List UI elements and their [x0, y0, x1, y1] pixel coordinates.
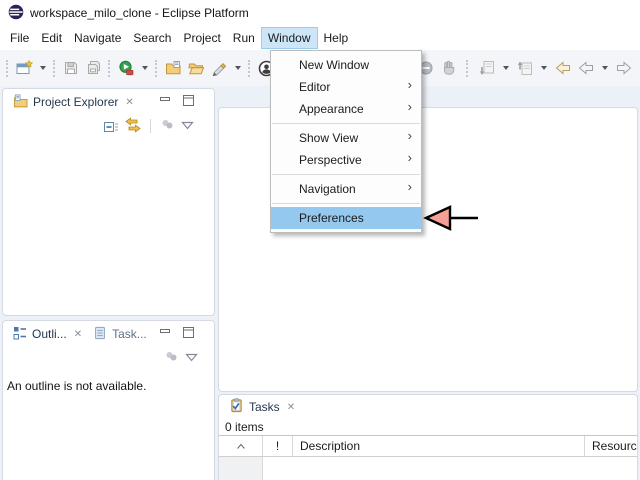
view-menu-icon[interactable]: [185, 351, 198, 365]
menu-item-editor[interactable]: Editor ›: [271, 76, 421, 98]
column-priority[interactable]: !: [263, 436, 293, 456]
link-with-editor-icon[interactable]: [125, 116, 141, 136]
outline-panel: Outli... ✕ Task... An outline is not ava…: [2, 320, 215, 480]
open-task-icon[interactable]: [163, 58, 183, 78]
menu-separator: [272, 203, 420, 204]
tab-label: Project Explorer: [33, 95, 119, 109]
menu-run[interactable]: Run: [227, 27, 261, 49]
close-icon[interactable]: ✕: [74, 329, 82, 340]
next-annotation-icon[interactable]: [477, 58, 497, 78]
submenu-arrow-icon: ›: [407, 99, 412, 114]
submenu-arrow-icon: ›: [407, 179, 412, 194]
sort-caret-icon: [236, 439, 246, 453]
annotation-arrow: [423, 204, 481, 235]
tab-label: Task...: [112, 327, 147, 341]
outline-message: An outline is not available.: [7, 379, 147, 393]
column-resource[interactable]: Resource: [585, 436, 637, 456]
window-title: workspace_milo_clone - Eclipse Platform: [30, 6, 249, 20]
menu-item-perspective[interactable]: Perspective ›: [271, 149, 421, 171]
submenu-arrow-icon: ›: [407, 77, 412, 92]
eclipse-logo-icon: [8, 4, 24, 23]
menu-window[interactable]: Window: [260, 27, 318, 49]
filters-icon[interactable]: [164, 349, 179, 367]
menu-file[interactable]: File: [4, 27, 35, 49]
tasks-status: 0 items: [219, 419, 637, 436]
toolbar-grip[interactable]: [155, 59, 159, 77]
menu-item-new-window[interactable]: New Window: [271, 54, 421, 76]
maximize-icon[interactable]: [183, 95, 194, 109]
close-icon[interactable]: ✕: [125, 97, 133, 108]
column-sort[interactable]: [219, 436, 263, 456]
eclipse-window: workspace_milo_clone - Eclipse Platform …: [0, 0, 640, 480]
tab-label: Outli...: [32, 327, 67, 341]
tasks-table-header: ! Description Resource: [219, 436, 637, 457]
hand-pointer-icon[interactable]: [439, 58, 459, 78]
submenu-arrow-icon: ›: [407, 150, 412, 165]
dropdown-arrow-icon[interactable]: [602, 66, 608, 70]
window-dropdown-menu: New Window Editor › Appearance › Show Vi…: [270, 50, 422, 233]
minimize-icon[interactable]: [160, 95, 171, 109]
tasks-table-body: [219, 457, 637, 480]
menubar: File Edit Navigate Search Project Run Wi…: [0, 26, 640, 50]
toolbar-grip[interactable]: [248, 59, 252, 77]
menu-navigate[interactable]: Navigate: [68, 27, 127, 49]
last-edit-location-icon[interactable]: [553, 58, 573, 78]
toolbar-grip[interactable]: [108, 59, 112, 77]
outline-icon: [13, 326, 27, 343]
toolbar-grip[interactable]: [53, 59, 57, 77]
filters-icon[interactable]: [160, 117, 175, 135]
menu-separator: [272, 123, 420, 124]
menu-search[interactable]: Search: [127, 27, 177, 49]
tab-project-explorer[interactable]: Project Explorer ✕: [10, 89, 137, 115]
tasks-clipboard-icon: [229, 398, 244, 416]
submenu-arrow-icon: ›: [407, 128, 412, 143]
open-folder-icon[interactable]: [186, 58, 206, 78]
menu-separator: [272, 174, 420, 175]
dropdown-arrow-icon[interactable]: [541, 66, 547, 70]
close-icon[interactable]: ✕: [287, 402, 295, 413]
menu-item-preferences[interactable]: Preferences: [271, 207, 421, 229]
new-wizard-icon[interactable]: [14, 58, 34, 78]
forward-icon[interactable]: [614, 58, 634, 78]
menu-item-show-view[interactable]: Show View ›: [271, 127, 421, 149]
save-all-icon[interactable]: [84, 58, 104, 78]
menu-item-navigation[interactable]: Navigation ›: [271, 178, 421, 200]
column-description[interactable]: Description: [293, 436, 585, 456]
task-list-icon: [93, 326, 107, 343]
menu-edit[interactable]: Edit: [35, 27, 68, 49]
tab-tasks[interactable]: Tasks ✕: [226, 395, 298, 419]
run-external-tools-icon[interactable]: [116, 58, 136, 78]
menu-project[interactable]: Project: [177, 27, 226, 49]
previous-annotation-icon[interactable]: [515, 58, 535, 78]
maximize-icon[interactable]: [183, 327, 194, 341]
back-icon[interactable]: [576, 58, 596, 78]
folder-icon: [13, 93, 28, 111]
dropdown-arrow-icon[interactable]: [40, 66, 46, 70]
tasks-panel: Tasks ✕ 0 items ! Description Resource: [218, 394, 638, 480]
toolbar-grip[interactable]: [6, 59, 10, 77]
menu-help[interactable]: Help: [318, 27, 355, 49]
titlebar: workspace_milo_clone - Eclipse Platform: [0, 0, 640, 26]
toolbar-grip[interactable]: [466, 59, 470, 77]
save-icon[interactable]: [61, 58, 81, 78]
dropdown-arrow-icon[interactable]: [235, 66, 241, 70]
tab-label: Tasks: [249, 400, 280, 414]
view-menu-icon[interactable]: [181, 119, 194, 133]
minimize-icon[interactable]: [160, 327, 171, 341]
tab-outline[interactable]: Outli... ✕: [10, 321, 85, 347]
project-explorer-panel: Project Explorer ✕: [2, 88, 215, 316]
tab-task-list[interactable]: Task...: [90, 321, 150, 347]
dropdown-arrow-icon[interactable]: [142, 66, 148, 70]
dropdown-arrow-icon[interactable]: [503, 66, 509, 70]
collapse-all-icon[interactable]: [103, 117, 119, 136]
menu-item-appearance[interactable]: Appearance ›: [271, 98, 421, 120]
highlighter-pen-icon[interactable]: [209, 58, 229, 78]
